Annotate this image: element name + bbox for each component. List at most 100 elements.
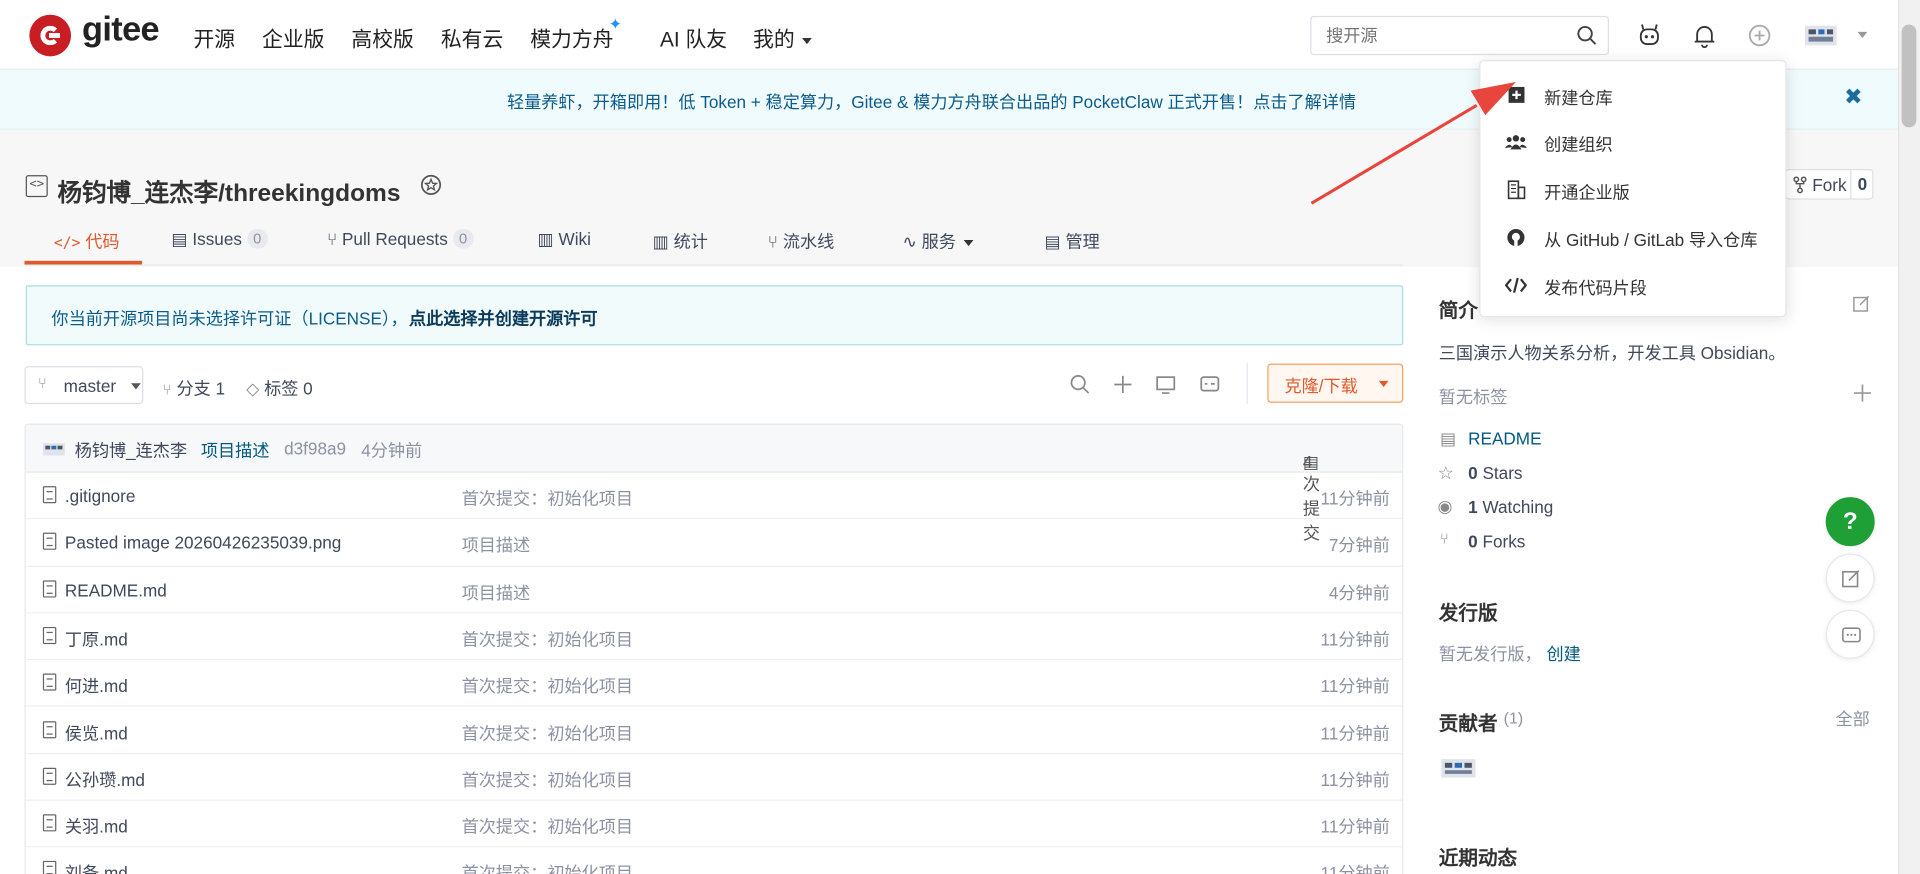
file-name[interactable]: Pasted image 20260426235039.png (65, 533, 341, 553)
tab-stats[interactable]: ▥ 统计 (653, 229, 708, 253)
gitee-logo-icon[interactable] (29, 14, 72, 57)
repo-title[interactable]: 杨钧博_连杰李/threekingdoms (58, 173, 401, 209)
file-name[interactable]: 刘备.md (65, 861, 128, 874)
add-tag-icon[interactable] (1853, 384, 1872, 402)
tab-services[interactable]: ∿ 服务 (902, 229, 974, 253)
tab-manage[interactable]: ▤ 管理 (1044, 229, 1099, 253)
menu-item-new-repo[interactable]: 新建仓库 (1480, 72, 1787, 119)
nav-education[interactable]: 高校版 (351, 22, 413, 53)
file-name[interactable]: .gitignore (65, 486, 136, 506)
help-button[interactable]: ? (1825, 497, 1875, 547)
nav-open-source[interactable]: 开源 (193, 22, 235, 53)
table-row[interactable]: .gitignore 首次提交：初始化项目 11分钟前 (25, 473, 1403, 520)
commit-author[interactable]: 杨钧博_连杰李 (75, 438, 187, 462)
file-commit-message[interactable]: 首次提交：初始化项目 (462, 768, 633, 792)
file-commit-message[interactable]: 首次提交：初始化项目 (462, 861, 633, 874)
search-box[interactable] (1310, 15, 1609, 56)
file-commit-message[interactable]: 首次提交：初始化项目 (462, 814, 633, 838)
forks-link[interactable]: 0 Forks (1468, 531, 1525, 551)
gitee-logo-text[interactable]: gitee (82, 10, 160, 49)
comment-icon[interactable] (1199, 373, 1221, 395)
menu-item-create-org[interactable]: 创建组织 (1480, 119, 1787, 166)
nav-enterprise[interactable]: 企业版 (262, 22, 324, 53)
file-icon (42, 579, 57, 598)
file-commit-message[interactable]: 首次提交：初始化项目 (462, 486, 633, 510)
table-row[interactable]: 刘备.md 首次提交：初始化项目 11分钟前 (26, 848, 1402, 874)
table-row[interactable]: 公孙瓒.md 首次提交：初始化项目 11分钟前 (25, 754, 1403, 801)
forks-label: Forks (1482, 531, 1526, 552)
file-commit-message[interactable]: 项目描述 (462, 533, 531, 557)
menu-item-publish-snippet[interactable]: 发布代码片段 (1480, 262, 1787, 309)
file-commit-message[interactable]: 首次提交：初始化项目 (462, 627, 633, 651)
file-icon (42, 486, 57, 504)
code-repo-icon: <> (25, 175, 48, 198)
nav-ai-teammate[interactable]: AI 队友 (660, 22, 727, 53)
clone-download-button[interactable]: 克隆/下载 (1267, 363, 1404, 403)
nav-private-cloud[interactable]: 私有云 (441, 22, 503, 53)
file-icon (42, 673, 57, 691)
file-name[interactable]: 公孙瓒.md (65, 768, 145, 792)
menu-item-import-repo[interactable]: 从 GitHub / GitLab 导入仓库 (1480, 214, 1787, 261)
stars-link[interactable]: 0 Stars (1468, 463, 1522, 483)
file-name[interactable]: 侯览.md (65, 721, 128, 745)
file-name[interactable]: 丁原.md (65, 627, 128, 651)
tab-code[interactable]: </> 代码 (54, 229, 120, 253)
all-contributors-link[interactable]: 全部 (1836, 707, 1870, 731)
edit-icon[interactable] (1851, 294, 1871, 314)
file-commit-message[interactable]: 首次提交：初始化项目 (462, 674, 633, 698)
table-row[interactable]: 丁原.md 首次提交：初始化项目 11分钟前 (25, 613, 1403, 661)
watching-link[interactable]: 1 Watching (1468, 497, 1553, 517)
tab-pipeline[interactable]: ⑂ 流水线 (768, 229, 834, 253)
file-commit-time: 11分钟前 (1320, 863, 1390, 874)
commit-message[interactable]: 项目描述 (201, 438, 270, 462)
menu-item-enterprise[interactable]: 开通企业版 (1480, 167, 1787, 214)
tab-pull-requests[interactable]: ⑂ Pull Requests 0 (327, 228, 474, 249)
file-commit-time: 4分钟前 (1328, 582, 1390, 602)
feedback-button[interactable] (1825, 553, 1875, 603)
file-search-icon[interactable] (1069, 373, 1091, 395)
add-file-icon[interactable] (1112, 373, 1134, 395)
file-commit-message[interactable]: 首次提交：初始化项目 (462, 721, 633, 745)
promo-banner-text[interactable]: 轻量养虾，开箱即用！低 Token + 稳定算力，Gitee & 模力方舟联合出… (507, 89, 1356, 113)
branches-link[interactable]: ⑂ 分支 1 (163, 376, 225, 400)
file-name[interactable]: 关羽.md (65, 814, 128, 838)
chat-button[interactable] (1825, 609, 1875, 659)
fork-button[interactable]: Fork 0 (1785, 168, 1874, 200)
code-icon (1504, 277, 1527, 293)
table-row[interactable]: 何进.md 首次提交：初始化项目 11分钟前 (25, 660, 1403, 708)
search-input[interactable] (1311, 17, 1557, 54)
recommend-badge-icon[interactable] (418, 173, 445, 200)
search-icon[interactable] (1576, 24, 1598, 46)
avatar-chevron-icon[interactable] (1857, 31, 1868, 38)
table-row[interactable]: Pasted image 20260426235039.png 项目描述 7分钟前 (25, 520, 1403, 567)
tab-wiki[interactable]: ▥ Wiki (538, 229, 591, 250)
web-ide-icon[interactable] (1155, 373, 1177, 395)
branch-selector[interactable]: ⑂ master (24, 366, 144, 405)
branches-label: 分支 1 (176, 378, 226, 398)
file-commit-message[interactable]: 项目描述 (462, 580, 531, 604)
bell-icon[interactable] (1691, 22, 1718, 49)
table-row[interactable]: 关羽.md 首次提交：初始化项目 11分钟前 (25, 801, 1403, 848)
scrollbar-thumb[interactable] (1901, 24, 1917, 128)
nav-moli-fangzhou[interactable]: 模力方舟 (530, 22, 613, 53)
commit-author-avatar[interactable] (42, 441, 65, 458)
table-row[interactable]: 侯览.md 首次提交：初始化项目 11分钟前 (25, 707, 1403, 755)
fork-icon: ⑂ (1440, 530, 1449, 548)
plus-circle-icon[interactable] (1746, 22, 1773, 49)
file-name[interactable]: 何进.md (65, 674, 128, 698)
create-release-link[interactable]: 创建 (1547, 642, 1581, 666)
page-scrollbar[interactable] (1897, 0, 1920, 874)
close-icon[interactable]: ✖ (1844, 84, 1862, 110)
nav-mine[interactable]: 我的 (753, 22, 812, 53)
issues-icon: ▤ (171, 228, 188, 249)
commit-hash[interactable]: d3f98a9 (284, 438, 346, 458)
readme-link[interactable]: README (1468, 429, 1541, 449)
tags-link[interactable]: ◇ 标签 0 (246, 376, 313, 400)
create-license-link[interactable]: 点此选择并创建开源许可 (409, 306, 598, 330)
user-avatar[interactable] (1804, 22, 1837, 49)
file-name[interactable]: README.md (65, 580, 167, 600)
tab-issues[interactable]: ▤ Issues 0 (171, 228, 268, 250)
ai-robot-icon[interactable] (1636, 22, 1663, 49)
contributor-avatar[interactable] (1441, 757, 1476, 781)
table-row[interactable]: README.md 项目描述 4分钟前 (25, 566, 1403, 614)
